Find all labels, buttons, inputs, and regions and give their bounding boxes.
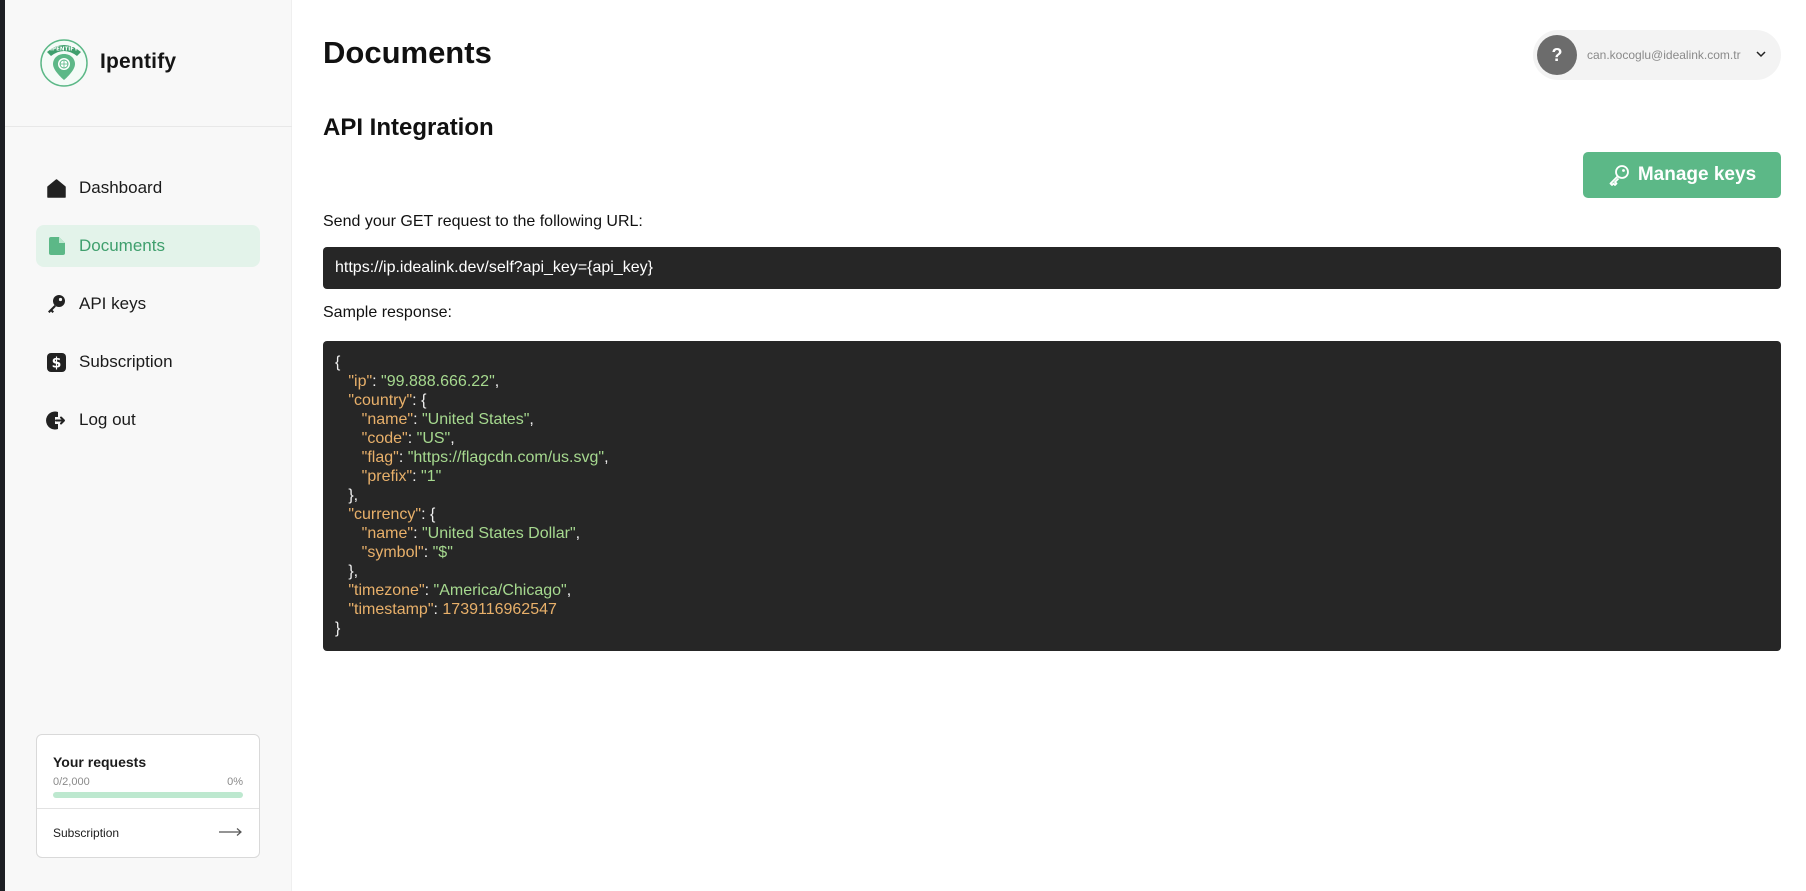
- subscription-link[interactable]: Subscription: [37, 809, 259, 857]
- sidebar-item-dashboard[interactable]: Dashboard: [36, 167, 260, 209]
- sidebar-item-label: Documents: [79, 236, 165, 255]
- sidebar-item-label: Subscription: [79, 352, 173, 371]
- manage-keys-button[interactable]: Manage keys: [1583, 152, 1781, 198]
- sidebar: IPENTIFY Ipentify Dashboard Documents AP…: [5, 0, 292, 891]
- request-url-field[interactable]: https://ip.idealink.dev/self?api_key={ap…: [323, 247, 1781, 289]
- ipentify-logo[interactable]: IPENTIFY: [39, 36, 89, 88]
- svg-text:IPENTIFY: IPENTIFY: [50, 47, 79, 53]
- sidebar-item-api-keys[interactable]: API keys: [36, 283, 260, 325]
- dollar-icon: $: [46, 352, 67, 373]
- main-content: Documents ? can.kocoglu@idealink.com.tr …: [323, 0, 1781, 891]
- requests-usage-card: Your requests 0/2,000 0% Subscription: [36, 734, 260, 858]
- usage-count: 0/2,000: [53, 776, 90, 788]
- sidebar-nav: Dashboard Documents API keys $ Subscript…: [36, 167, 260, 457]
- sidebar-item-subscription[interactable]: $ Subscription: [36, 341, 260, 383]
- svg-text:$: $: [52, 355, 62, 371]
- account-email: can.kocoglu@idealink.com.tr: [1587, 48, 1741, 62]
- sidebar-item-label: Log out: [79, 410, 136, 429]
- document-icon: [46, 236, 67, 257]
- usage-progress-bar: [53, 792, 243, 798]
- avatar: ?: [1537, 35, 1577, 75]
- sidebar-item-documents[interactable]: Documents: [36, 225, 260, 267]
- arrow-right-icon: [219, 826, 243, 840]
- brand-name: Ipentify: [100, 50, 177, 73]
- sample-response-code[interactable]: { "ip": "99.888.666.22", "country": { "n…: [323, 341, 1781, 651]
- key-icon: [46, 294, 67, 315]
- account-menu[interactable]: ? can.kocoglu@idealink.com.tr: [1533, 30, 1781, 80]
- key-icon: [1609, 165, 1629, 186]
- sample-response-label: Sample response:: [323, 304, 452, 321]
- sidebar-item-label: Dashboard: [79, 178, 163, 197]
- page-title: Documents: [323, 35, 492, 70]
- subscription-link-label: Subscription: [53, 826, 120, 840]
- manage-keys-label: Manage keys: [1637, 164, 1757, 185]
- usage-summary: Your requests 0/2,000 0%: [37, 735, 259, 809]
- usage-percent: 0%: [227, 776, 243, 788]
- section-title: API Integration: [323, 114, 494, 141]
- sidebar-item-label: API keys: [79, 294, 147, 313]
- chevron-down-icon: [1756, 51, 1766, 58]
- request-url-label: Send your GET request to the following U…: [323, 213, 643, 230]
- logout-icon: [46, 410, 67, 431]
- brand-header: IPENTIFY Ipentify: [5, 0, 292, 127]
- home-icon: [46, 178, 67, 199]
- sidebar-item-logout[interactable]: Log out: [36, 399, 260, 441]
- usage-title: Your requests: [53, 754, 147, 770]
